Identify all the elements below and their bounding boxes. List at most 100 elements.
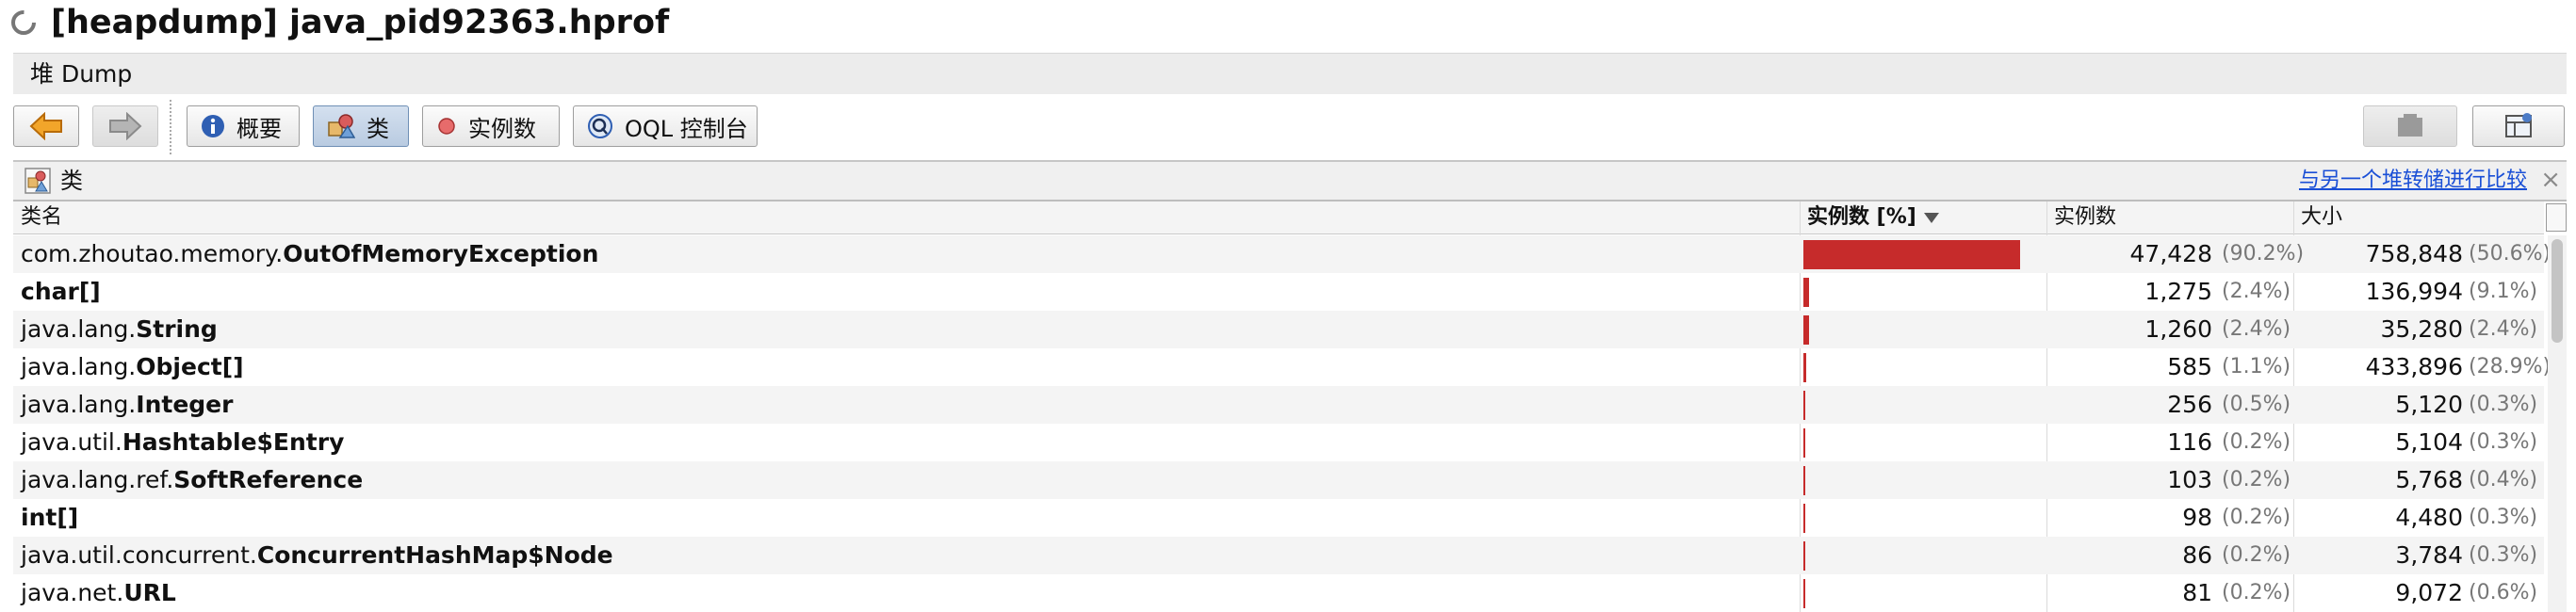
forward-button[interactable] (92, 105, 158, 147)
instances-percent-bar (1803, 315, 1809, 345)
instances-count-cell: 98 (2182, 504, 2212, 531)
instances-percent-bar (1803, 428, 1805, 458)
package-name: java.net. (21, 579, 124, 606)
snapshot-icon (2398, 114, 2422, 137)
column-header-size[interactable]: 大小 (2293, 201, 2544, 234)
size-cell: 35,280 (2380, 315, 2463, 343)
size-cell: 4,480 (2395, 504, 2463, 531)
class-name-cell: java.net.URL (21, 574, 176, 612)
size-cell: 5,104 (2395, 428, 2463, 456)
table-row[interactable]: java.util.concurrent.ConcurrentHashMap$N… (13, 537, 2544, 574)
package-name: java.lang. (21, 391, 137, 418)
class-name-cell: int[] (21, 499, 78, 537)
instances-count-cell: 116 (2167, 428, 2212, 456)
simple-class-name: Integer (136, 391, 234, 418)
instances-percent-bar (1803, 240, 2020, 269)
column-header-instances-percent[interactable]: 实例数 [%] (1800, 201, 2046, 234)
instances-count-cell: 103 (2167, 466, 2212, 493)
window-title-bar: [heapdump] java_pid92363.hprof (0, 0, 2576, 45)
classes-icon (328, 114, 355, 138)
view-settings-button[interactable] (2472, 105, 2565, 147)
close-icon[interactable]: × (2540, 164, 2561, 196)
size-cell: 9,072 (2395, 579, 2463, 606)
back-button[interactable] (13, 105, 79, 147)
table-header: 类名 实例数 [%] 实例数 大小 (13, 201, 2544, 234)
compare-heap-dump-link[interactable]: 与另一个堆转储进行比较 (2299, 166, 2527, 196)
package-name: java.lang. (21, 353, 137, 380)
class-name-cell: java.lang.String (21, 311, 218, 348)
simple-class-name: Hashtable$Entry (122, 428, 345, 456)
size-cell: 3,784 (2395, 541, 2463, 569)
simple-class-name: char[] (21, 278, 101, 305)
package-name: java.lang.ref. (21, 466, 174, 493)
size-cell: 758,848 (2365, 240, 2463, 267)
size-percent-text: (0.3%) (2469, 430, 2538, 454)
column-header-instances[interactable]: 实例数 (2046, 201, 2293, 234)
instances-count-cell: 81 (2182, 579, 2212, 606)
table-body: com.zhoutao.memory.OutOfMemoryException 4… (13, 235, 2551, 612)
classes-table: 类名 实例数 [%] 实例数 大小 com.zhoutao.memory.Out… (13, 201, 2567, 612)
simple-class-name: OutOfMemoryException (283, 240, 599, 267)
instances-count-cell: 86 (2182, 541, 2212, 569)
instances-button[interactable]: 实例数 (422, 105, 560, 147)
size-percent-text: (0.3%) (2469, 393, 2538, 416)
summary-button[interactable]: 概要 (187, 105, 300, 147)
size-cell: 433,896 (2365, 353, 2463, 380)
instances-percent-bar (1803, 353, 1806, 382)
class-name-cell: java.lang.ref.SoftReference (21, 461, 363, 499)
size-cell: 136,994 (2365, 278, 2463, 305)
size-percent-text: (28.9%) (2469, 355, 2552, 378)
instances-count-cell: 585 (2167, 353, 2212, 380)
table-row[interactable]: java.lang.ref.SoftReference 103 (0.2%) 5,76… (13, 461, 2544, 499)
size-percent-text: (0.6%) (2469, 581, 2538, 604)
table-row[interactable]: java.util.Hashtable$Entry 116 (0.2%) 5,104(… (13, 424, 2544, 461)
table-row[interactable]: com.zhoutao.memory.OutOfMemoryException 4… (13, 235, 2551, 273)
snapshot-button[interactable] (2363, 105, 2457, 147)
info-icon (202, 115, 224, 137)
size-percent-text: (0.3%) (2469, 506, 2538, 529)
classes-button[interactable]: 类 (313, 105, 409, 147)
class-name-cell: java.util.concurrent.ConcurrentHashMap$N… (21, 537, 613, 574)
size-percent-text: (0.3%) (2469, 543, 2538, 567)
instances-percent-bar (1803, 541, 1805, 571)
instances-count-cell: 1,260 (2144, 315, 2212, 343)
back-arrow-icon (29, 112, 62, 140)
forward-arrow-icon (109, 112, 142, 140)
scrollbar-thumb[interactable] (2552, 239, 2563, 343)
class-name-cell: char[] (21, 273, 101, 311)
classes-section-header: 类 与另一个堆转储进行比较 × (13, 162, 2567, 201)
table-row[interactable]: java.lang.Integer 256 (0.5%) 5,120 (0.3%) (13, 386, 2544, 424)
table-row[interactable]: java.net.URL 81 (0.2%) 9,072 (0.6%) (13, 574, 2544, 612)
table-row[interactable]: java.lang.Object[] 585 (1.1%) 433,896 (28.9%… (13, 348, 2551, 386)
loading-spinner-icon (11, 10, 36, 35)
size-percent-text: (9.1%) (2469, 280, 2538, 303)
instances-percent-bar (1803, 391, 1805, 420)
table-row[interactable]: java.lang.String 1,260 (2.4%) 35,280 (2.4%) (13, 311, 2544, 348)
size-cell: 5,120 (2395, 391, 2463, 418)
instances-percent-bar (1803, 278, 1809, 307)
heap-dump-subtab[interactable]: 堆 Dump (30, 59, 132, 89)
size-percent-text: (0.4%) (2469, 468, 2538, 491)
instances-count-cell: 1,275 (2144, 278, 2212, 305)
column-header-instances-percent-label: 实例数 [%] (1807, 205, 1916, 229)
package-name: java.util.concurrent. (21, 541, 257, 569)
instances-button-label: 实例数 (468, 115, 536, 142)
simple-class-name: int[] (21, 504, 79, 531)
classes-icon (24, 168, 51, 194)
simple-class-name: ConcurrentHashMap$Node (256, 541, 613, 569)
section-title: 类 (60, 168, 83, 194)
toolbar: 概要 类 实例数 OQL 控制台 (13, 94, 2567, 162)
column-chooser-button[interactable] (2546, 203, 2567, 232)
package-name: com.zhoutao.memory. (21, 240, 284, 267)
view-settings-icon (2505, 113, 2532, 137)
instance-dot-icon (438, 118, 455, 135)
class-name-cell: java.lang.Integer (21, 386, 233, 424)
column-header-class-name[interactable]: 类名 (13, 201, 1800, 234)
oql-console-button[interactable]: OQL 控制台 (573, 105, 758, 147)
instances-percent-bar (1803, 466, 1805, 495)
instances-count-cell: 47,428 (2129, 240, 2212, 267)
simple-class-name: String (136, 315, 218, 343)
table-row[interactable]: int[] 98 (0.2%) 4,480 (0.3%) (13, 499, 2544, 537)
table-row[interactable]: char[] 1,275 (2.4%) 136,994 (9.1%) (13, 273, 2544, 311)
class-name-cell: java.lang.Object[] (21, 348, 244, 386)
